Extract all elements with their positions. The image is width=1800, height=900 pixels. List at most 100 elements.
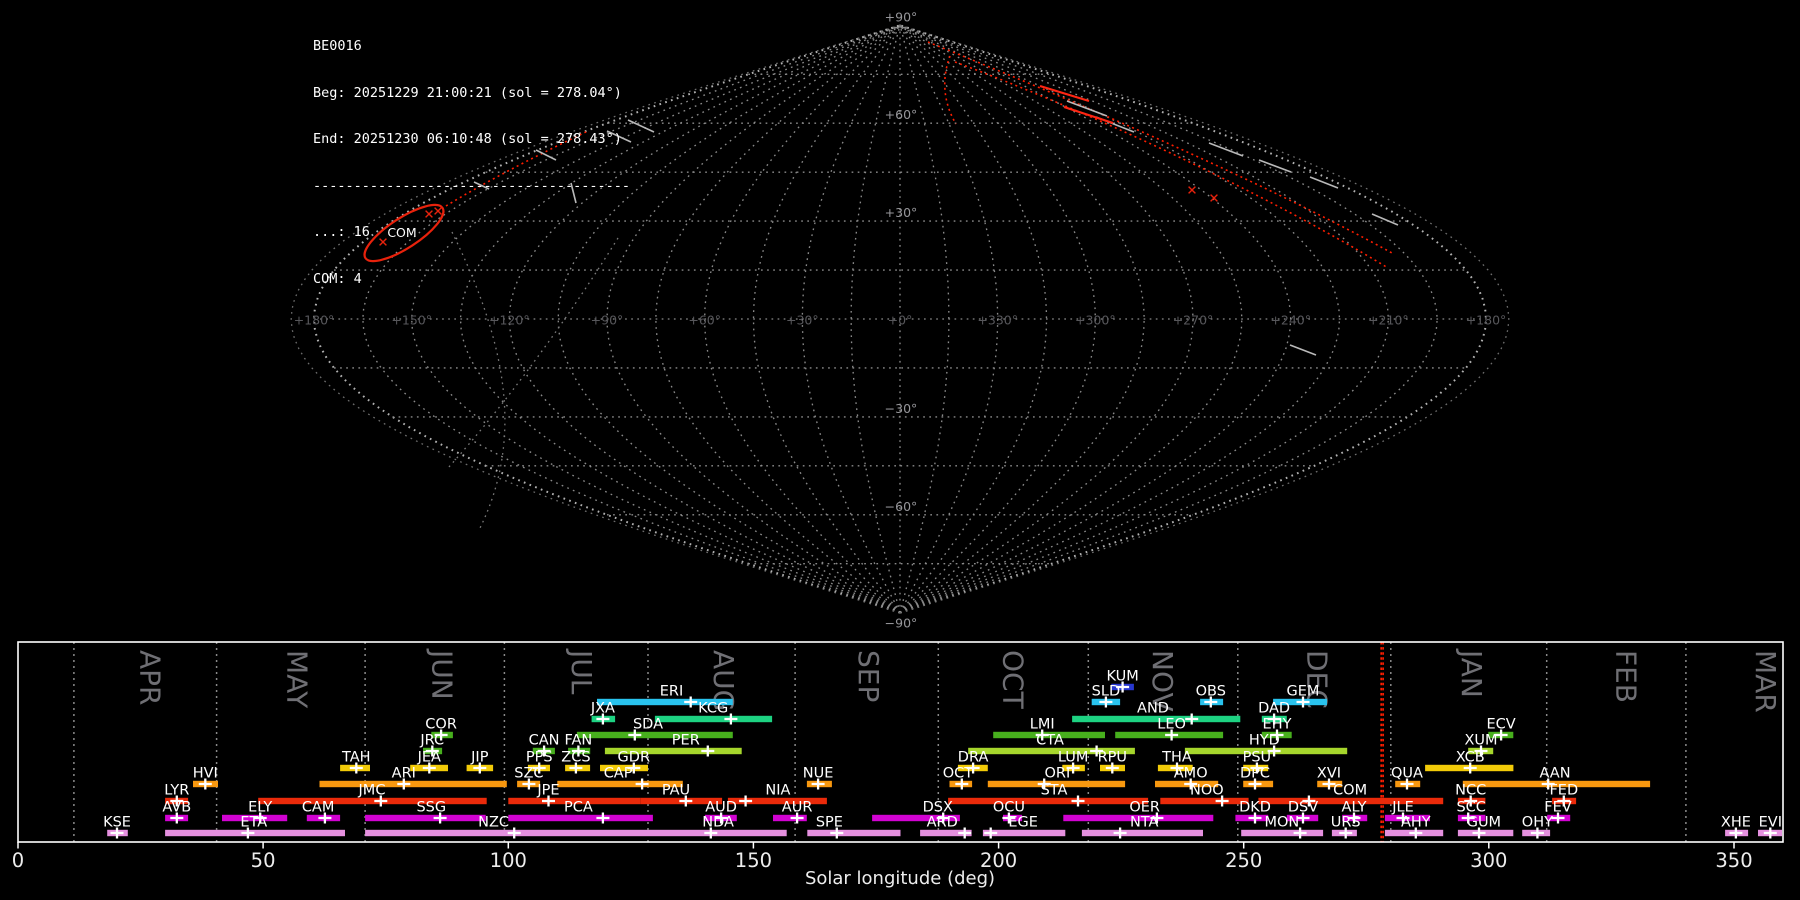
- shower-DPC: DPC: [1240, 766, 1274, 790]
- shower-CAM: CAM: [302, 800, 341, 824]
- shower-code-label: LMI: [1030, 717, 1055, 733]
- shower-code-label: HVI: [193, 766, 218, 782]
- shower-code-label: PSU: [1243, 750, 1272, 766]
- shower-code-label: SZC: [514, 766, 543, 782]
- sporadic-meteor-trail: [1309, 176, 1339, 189]
- shower-code-label: AND: [1137, 701, 1169, 717]
- shower-code-label: AHY: [1401, 815, 1431, 831]
- shower-bar: [596, 829, 787, 837]
- tick-label: 300: [1470, 849, 1507, 872]
- shower-GUM: GUM: [1457, 815, 1514, 839]
- lat-label: −60°: [885, 499, 918, 514]
- tick-label: 50: [251, 849, 276, 872]
- shower-code-label: MON: [1265, 815, 1300, 831]
- tick-label: 100: [490, 849, 527, 872]
- shower-bar: [576, 731, 733, 739]
- shower-code-label: NCC: [1455, 783, 1486, 799]
- tick-label: 150: [735, 849, 772, 872]
- shower-code-label: CAN: [529, 733, 560, 749]
- shower-code-label: LUM: [1058, 750, 1088, 766]
- shower-code-label: FEV: [1544, 800, 1572, 816]
- shower-meteor-trail: [1039, 84, 1090, 103]
- shower-code-label: DKD: [1239, 800, 1271, 816]
- shower-code-label: OCU: [993, 800, 1025, 816]
- shower-code-label: NTA: [1130, 815, 1159, 831]
- x-axis: 0 50 100 150 200 250 300 350Solar longitude (de…: [12, 842, 1753, 889]
- com-count: COM: 4: [313, 270, 362, 287]
- shower-code-label: NZC: [478, 815, 509, 831]
- shower-code-label: KUM: [1106, 669, 1138, 685]
- shower-code-label: XCB: [1456, 750, 1485, 766]
- shower-code-label: LEO: [1157, 717, 1186, 733]
- shower-code-label: GDR: [618, 750, 650, 766]
- shower-code-label: FED: [1549, 783, 1578, 799]
- shower-code-label: ARD: [927, 815, 958, 831]
- lon-label: +300°: [1075, 313, 1116, 328]
- lat-label: +30°: [885, 205, 918, 220]
- session-begin: Beg: 20251229 21:00:21 (sol = 278.04°): [313, 84, 622, 101]
- sporadic-meteor-trail: [1289, 344, 1317, 356]
- session-info-block: BE0016 Beg: 20251229 21:00:21 (sol = 278…: [313, 8, 630, 318]
- shower-code-label: KCG: [698, 701, 728, 717]
- shower-SLD: SLD: [1092, 684, 1120, 708]
- lon-label: +240°: [1270, 313, 1311, 328]
- lat-label: −30°: [885, 401, 918, 416]
- shower-code-label: GUM: [1467, 815, 1501, 831]
- shower-AVB: AVB: [162, 800, 191, 824]
- shower-code-label: PCA: [564, 800, 593, 816]
- lon-label: +270°: [1173, 313, 1214, 328]
- shower-ZCS: ZCS: [561, 750, 591, 774]
- shower-code-label: OER: [1129, 800, 1160, 816]
- sporadic-meteor-trail: [627, 119, 655, 133]
- shower-code-label: ORI: [1045, 766, 1071, 782]
- shower-code-label: PAU: [662, 783, 690, 799]
- shower-bar: [319, 780, 507, 788]
- lon-label: +30°: [786, 313, 819, 328]
- shower-code-label: URS: [1331, 815, 1361, 831]
- tick-label: 250: [1225, 849, 1262, 872]
- month-label-JAN: JAN: [1455, 648, 1488, 698]
- shower-EGE: EGE: [982, 815, 1066, 839]
- shower-code-label: XHE: [1721, 815, 1751, 831]
- shower-bar: [1457, 829, 1514, 837]
- shower-code-label: JRC: [419, 733, 444, 749]
- shower-bar: [807, 829, 901, 837]
- shower-RPU: RPU: [1098, 750, 1127, 774]
- shower-code-label: HYD: [1249, 733, 1280, 749]
- shower-bar: [365, 829, 597, 837]
- lat-label: +90°: [885, 9, 918, 24]
- shower-code-label: TAH: [341, 750, 371, 766]
- shower-XHE: XHE: [1721, 815, 1751, 839]
- shower-OHY: OHY: [1522, 815, 1553, 839]
- shower-code-label: EGE: [1008, 815, 1038, 831]
- current-sol-cursor: [1380, 642, 1384, 842]
- shower-KSE: KSE: [103, 815, 131, 839]
- lon-label: +330°: [977, 313, 1018, 328]
- shower-code-label: XUM: [1464, 733, 1497, 749]
- shower-code-label: CAP: [604, 766, 633, 782]
- shower-bar: [948, 797, 1149, 805]
- tick-label: 350: [1715, 849, 1752, 872]
- month-label-MAR: MAR: [1749, 650, 1782, 713]
- shower-OCT: OCT: [943, 766, 973, 790]
- plot-canvas: COM+180° +150° +120° +90° +60° +30° +0° +330° +3…: [12, 9, 1784, 889]
- month-label-JUL: JUL: [565, 648, 598, 695]
- shower-bar: [1160, 797, 1249, 805]
- shower-code-label: SPE: [816, 815, 843, 831]
- shower-code-label: GEM: [1287, 684, 1320, 700]
- month-label-MAY: MAY: [281, 650, 314, 709]
- shower-bar: [258, 797, 487, 805]
- month-label-APR: APR: [134, 650, 167, 706]
- lon-label: +60°: [688, 313, 721, 328]
- shower-code-label: CAM: [302, 800, 335, 816]
- shower-JIP: JIP: [466, 750, 494, 774]
- shower-code-label: COR: [425, 717, 457, 733]
- shower-code-label: OBS: [1196, 684, 1226, 700]
- shower-code-label: DRA: [958, 750, 989, 766]
- shower-HVI: HVI: [193, 766, 218, 790]
- shower-code-label: KSE: [103, 815, 131, 831]
- shower-code-label: AAN: [1539, 766, 1570, 782]
- lat-label: −90°: [885, 616, 918, 631]
- shower-code-label: ELY: [248, 800, 272, 816]
- shower-bar: [165, 829, 345, 837]
